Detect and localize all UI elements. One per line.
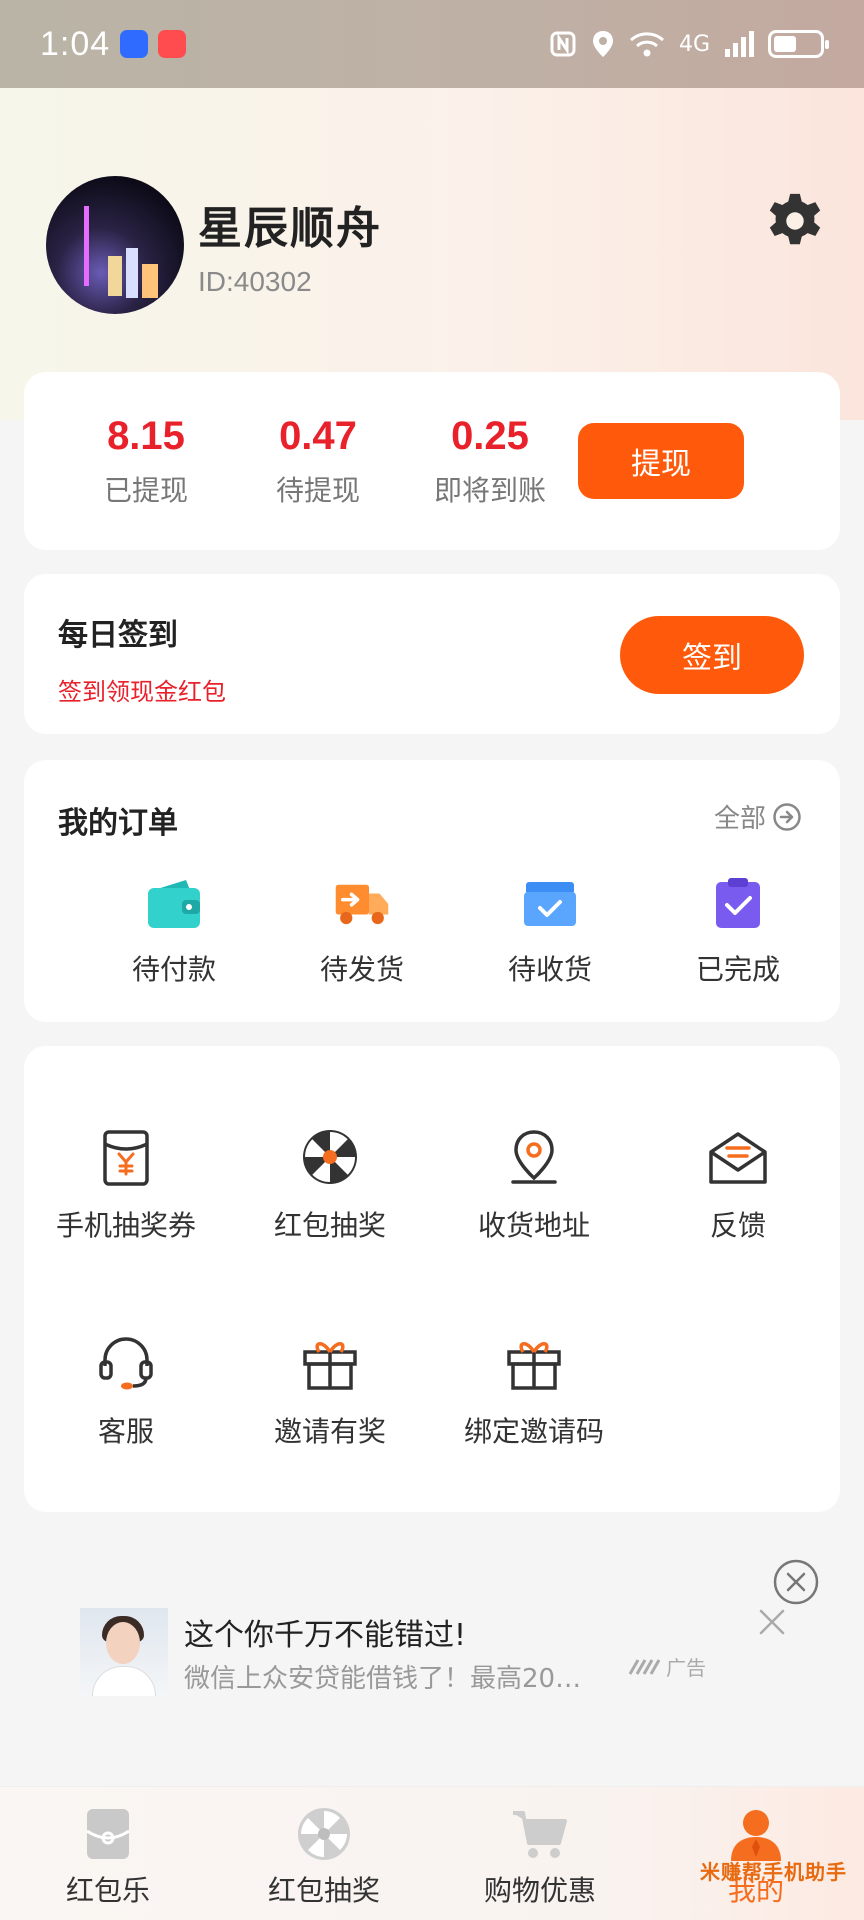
tool-invite-reward[interactable]: 邀请有奖 (228, 1332, 432, 1538)
red-packet-icon (86, 1809, 130, 1859)
balance-value: 8.15 (107, 413, 185, 458)
order-label: 待收货 (507, 953, 592, 986)
nav-label: 购物优惠 (483, 1874, 596, 1907)
nav-shopping-deals[interactable]: 购物优惠 (432, 1787, 648, 1920)
tool-label: 绑定邀请码 (463, 1415, 604, 1448)
ad-title: 这个你千万不能错过! (184, 1617, 467, 1653)
store-notification-icon (158, 30, 187, 58)
orders-card: 我的订单 全部 待付款 待发货 待收货 已完成 (24, 760, 840, 1022)
tool-label: 反馈 (709, 1209, 766, 1242)
orders-all-label: 全部 (713, 804, 766, 834)
gift-icon (303, 1342, 357, 1390)
tool-label: 邀请有奖 (273, 1415, 386, 1448)
balance-label: 待提现 (275, 473, 360, 507)
settings-gear-icon[interactable] (764, 190, 826, 252)
checkin-button[interactable]: 签到 (620, 616, 804, 694)
tool-customer-service[interactable]: 客服 (24, 1332, 228, 1538)
tool-bind-invite-code[interactable]: 绑定邀请码 (432, 1332, 636, 1538)
ad-close-x-icon[interactable] (756, 1606, 788, 1638)
order-label: 待付款 (131, 953, 216, 986)
orders-title: 我的订单 (58, 806, 178, 841)
signal-icon (725, 31, 754, 57)
status-indicators: 4G (549, 29, 829, 59)
ad-network-logo-icon (628, 1658, 661, 1675)
wifi-icon (629, 32, 664, 57)
balance-arriving[interactable]: 0.25 即将到账 (404, 414, 576, 509)
headset-icon (99, 1337, 153, 1390)
order-pending-receipt[interactable]: 待收货 (456, 878, 644, 988)
box-icon (524, 882, 576, 926)
order-pending-payment[interactable]: 待付款 (80, 878, 268, 988)
orders-all-link[interactable]: 全部 (714, 798, 802, 835)
nav-mine[interactable]: 我的 (648, 1787, 864, 1920)
truck-icon (335, 884, 389, 925)
status-bar: 1:04 4G (0, 0, 864, 88)
battery-icon (768, 30, 829, 58)
lottery-ticket-icon (103, 1130, 149, 1186)
ad-image (80, 1608, 168, 1696)
balance-label: 即将到账 (433, 473, 546, 507)
balance-value: 0.25 (451, 413, 529, 458)
circle-arrow-right-icon (773, 802, 801, 831)
envelope-icon (709, 1132, 767, 1184)
order-completed[interactable]: 已完成 (644, 878, 832, 988)
lucky-wheel-icon (303, 1130, 357, 1184)
location-pin-icon (511, 1130, 557, 1184)
withdraw-button[interactable]: 提现 (578, 423, 744, 499)
cart-icon (513, 1811, 567, 1858)
ad-subtitle: 微信上众安贷能借钱了！最高20… (184, 1663, 582, 1694)
clipboard-check-icon (716, 878, 760, 928)
daily-checkin-card: 每日签到 签到领现金红包 签到 (24, 574, 840, 734)
order-label: 已完成 (695, 953, 780, 986)
nav-label: 红包抽奖 (267, 1874, 380, 1907)
nav-red-packet[interactable]: 红包乐 (0, 1787, 216, 1920)
ad-banner[interactable]: 这个你千万不能错过! 微信上众安贷能借钱了！最高20… 广告 (80, 1606, 785, 1698)
tool-feedback[interactable]: 反馈 (636, 1126, 840, 1332)
status-time: 1:04 (40, 24, 111, 63)
tool-label: 手机抽奖券 (55, 1209, 196, 1242)
tool-label: 收货地址 (477, 1209, 590, 1242)
balance-label: 已提现 (103, 473, 188, 507)
ad-badge: 广告 (628, 1652, 706, 1681)
tool-shipping-address[interactable]: 收货地址 (432, 1126, 636, 1332)
order-pending-shipment[interactable]: 待发货 (268, 878, 456, 988)
wallet-icon (148, 880, 200, 928)
balance-card: 8.15 已提现 0.47 待提现 0.25 即将到账 提现 (24, 372, 840, 550)
wheel-icon (298, 1808, 350, 1860)
order-label: 待发货 (319, 953, 404, 986)
balance-pending[interactable]: 0.47 待提现 (232, 414, 404, 509)
location-icon (592, 31, 613, 57)
app-notification-icon (120, 30, 149, 58)
tool-lucky-wheel[interactable]: 红包抽奖 (228, 1126, 432, 1332)
tool-label: 客服 (97, 1415, 154, 1448)
watermark: 米赚帮手机助手 (700, 1860, 847, 1884)
gift-icon (507, 1342, 561, 1390)
bottom-nav: 红包乐 红包抽奖 购物优惠 我的 (0, 1786, 864, 1920)
tool-lottery-ticket[interactable]: 手机抽奖券 (24, 1126, 228, 1332)
user-icon (731, 1810, 781, 1861)
avatar[interactable] (46, 176, 184, 314)
profile-header: 星辰顺舟 ID:40302 (46, 176, 382, 314)
tools-card: 手机抽奖券 红包抽奖 收货地址 反馈 客服 邀请有奖 绑定邀请码 (24, 1046, 840, 1512)
ad-badge-label: 广告 (666, 1656, 706, 1680)
balance-value: 0.47 (279, 413, 357, 458)
tool-label: 红包抽奖 (273, 1209, 386, 1242)
nav-label: 红包乐 (65, 1874, 150, 1907)
user-id: ID:40302 (198, 266, 312, 297)
nav-lucky-draw[interactable]: 红包抽奖 (216, 1787, 432, 1920)
network-type: 4G (678, 31, 710, 57)
username: 星辰顺舟 (198, 203, 382, 254)
nfc-icon (550, 31, 576, 57)
ad-close-circle-icon[interactable] (772, 1558, 820, 1606)
balance-withdrawn[interactable]: 8.15 已提现 (60, 414, 232, 509)
